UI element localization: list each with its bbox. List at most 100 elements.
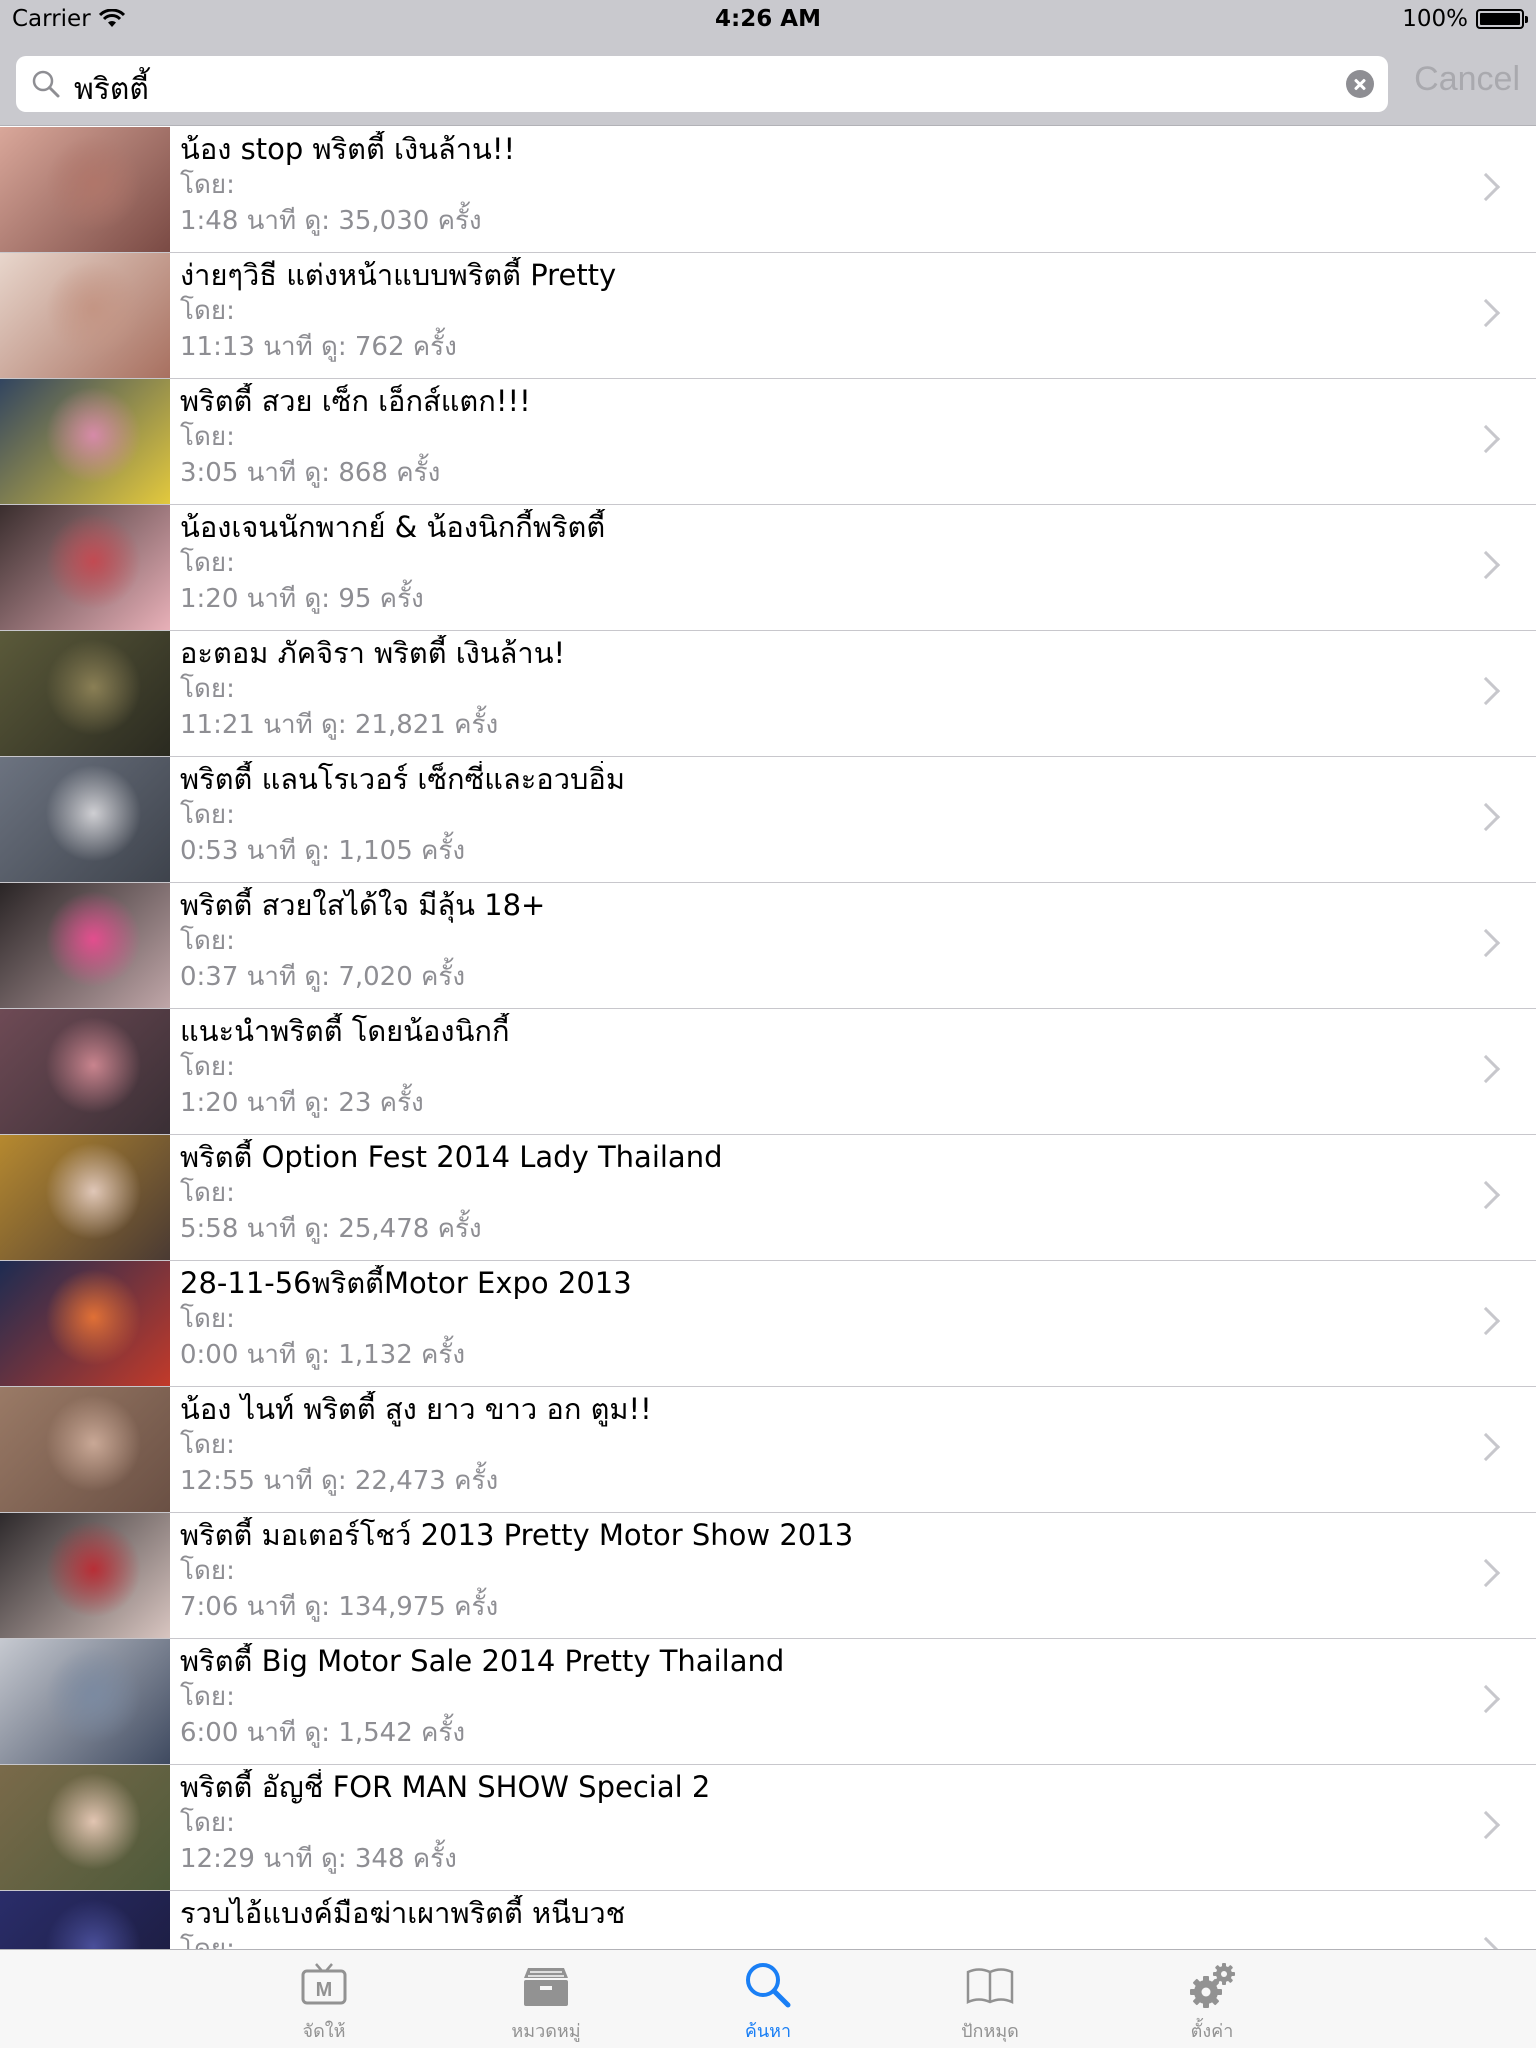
video-title: พริตตี้ สวยใสได้ใจ มีลุ้น 18+ — [180, 888, 546, 922]
video-title: ง่ายๆวิธี แต่งหน้าแบบพริตตี้ Pretty — [180, 258, 617, 292]
result-row[interactable]: ง่ายๆวิธี แต่งหน้าแบบพริตตี้ Pretty โดย: 1… — [0, 253, 1536, 379]
video-author: โดย: — [180, 1304, 235, 1334]
video-thumbnail — [0, 253, 170, 378]
video-title: พริตตี้ Option Fest 2014 Lady Thailand — [180, 1140, 723, 1174]
result-row[interactable]: พริตตี้ Big Motor Sale 2014 Pretty Thail… — [0, 1639, 1536, 1765]
video-author: โดย: — [180, 1808, 235, 1838]
result-text: พริตตี้ สวย เซ็ก เอ็กส์แตก!!! โดย: 3:05 นา… — [180, 383, 1476, 491]
chevron-right-icon — [1471, 424, 1501, 454]
video-title: พริตตี้ สวย เซ็ก เอ็กส์แตก!!! — [180, 384, 531, 418]
chevron-right-icon — [1471, 676, 1501, 706]
result-row[interactable]: พริตตี้ มอเตอร์โชว์ 2013 Pretty Motor Sh… — [0, 1513, 1536, 1639]
tab-label: ค้นหา — [744, 2021, 792, 2042]
result-text: อะตอม ภัคจิรา พริตตี้ เงินล้าน! โดย: 11:21… — [180, 635, 1476, 743]
result-row[interactable]: น้อง ไนท์ พริตตี้ สูง ยาว ขาว อก ตูม!! โด… — [0, 1387, 1536, 1513]
video-title: พริตตี้ อัญชี่ FOR MAN SHOW Special 2 — [180, 1770, 711, 1804]
result-row[interactable]: อะตอม ภัคจิรา พริตตี้ เงินล้าน! โดย: 11:21… — [0, 631, 1536, 757]
result-row[interactable]: พริตตี้ สวย เซ็ก เอ็กส์แตก!!! โดย: 3:05 นา… — [0, 379, 1536, 505]
clear-search-icon[interactable] — [1346, 70, 1374, 98]
video-author: โดย: — [180, 1556, 235, 1586]
result-text: พริตตี้ แลนโรเวอร์ เซ็กซี่และอวบอิ่มโดย:… — [180, 761, 1476, 869]
result-text: พริตตี้ อัญชี่ FOR MAN SHOW Special 2 โดย… — [180, 1769, 1476, 1877]
result-text: น้อง ไนท์ พริตตี้ สูง ยาว ขาว อก ตูม!! โด… — [180, 1391, 1476, 1499]
search-bar: พริตตี้ Cancel — [0, 40, 1536, 126]
tab-label: ตั้งค่า — [1190, 2021, 1234, 2042]
cancel-button[interactable]: Cancel — [1414, 60, 1520, 99]
chevron-right-icon — [1471, 1432, 1501, 1462]
categories-icon — [524, 1968, 568, 2006]
video-title: น้อง ไนท์ พริตตี้ สูง ยาว ขาว อก ตูม!! — [180, 1392, 652, 1426]
video-thumbnail — [0, 379, 170, 504]
result-row[interactable]: แนะนำพริตตี้ โดยน้องนิกกี้ โดย: 1:20 นาที … — [0, 1009, 1536, 1135]
video-thumbnail — [0, 1639, 170, 1764]
video-meta: 11:21 นาที ดู: 21,821 ครั้ง — [180, 710, 499, 740]
video-author: โดย: — [180, 1934, 235, 1949]
status-bar: Carrier 4:26 AM 100% — [0, 0, 1536, 40]
video-meta: 12:29 นาที ดู: 348 ครั้ง — [180, 1844, 457, 1874]
video-meta: 12:55 นาที ดู: 22,473 ครั้ง — [180, 1466, 499, 1496]
video-meta: 6:00 นาที ดู: 1,542 ครั้ง — [180, 1718, 466, 1748]
video-thumbnail — [0, 1513, 170, 1638]
search-query-text[interactable]: พริตตี้ — [74, 66, 149, 113]
result-text: พริตตี้ มอเตอร์โชว์ 2013 Pretty Motor Sh… — [180, 1517, 1476, 1625]
chevron-right-icon — [1471, 1180, 1501, 1210]
result-row[interactable]: พริตตี้ Option Fest 2014 Lady Thailand โด… — [0, 1135, 1536, 1261]
tab-featured[interactable]: M จัดให้ — [213, 1950, 435, 2048]
magnifier-icon — [32, 70, 60, 98]
video-thumbnail — [0, 1009, 170, 1134]
video-meta: 1:20 นาที ดู: 95 ครั้ง — [180, 584, 424, 614]
tab-bookmarks[interactable]: ปักหมุด — [879, 1950, 1101, 2048]
chevron-right-icon — [1471, 802, 1501, 832]
tab-bar: M จัดให้ หมวดหมู่ ค้นหา ปักหมุด ตั้งค่า — [0, 1949, 1536, 2048]
result-row[interactable]: พริตตี้ สวยใสได้ใจ มีลุ้น 18+ โดย: 0:37 นา… — [0, 883, 1536, 1009]
video-thumbnail — [0, 757, 170, 882]
result-row[interactable]: พริตตี้ แลนโรเวอร์ เซ็กซี่และอวบอิ่มโดย:… — [0, 757, 1536, 883]
video-title: น้อง stop พริตตี้ เงินล้าน!! — [180, 132, 516, 166]
chevron-right-icon — [1471, 1936, 1501, 1949]
video-title: อะตอม ภัคจิรา พริตตี้ เงินล้าน! — [180, 636, 566, 670]
settings-icon — [1190, 1963, 1235, 2008]
video-author: โดย: — [180, 548, 235, 578]
video-meta: 7:06 นาที ดู: 134,975 ครั้ง — [180, 1592, 499, 1622]
tab-label: จัดให้ — [302, 2021, 346, 2042]
result-text: น้องเจนนักพากย์ & น้องนิกกี้พริตตี้โดย: 1… — [180, 509, 1476, 617]
video-thumbnail — [0, 883, 170, 1008]
battery-percent: 100% — [1402, 6, 1468, 32]
video-meta: 1:48 นาที ดู: 35,030 ครั้ง — [180, 206, 482, 236]
video-author: โดย: — [180, 296, 235, 326]
result-text: แนะนำพริตตี้ โดยน้องนิกกี้ โดย: 1:20 นาที … — [180, 1013, 1476, 1121]
result-text: พริตตี้ สวยใสได้ใจ มีลุ้น 18+ โดย: 0:37 นา… — [180, 887, 1476, 995]
video-title: น้องเจนนักพากย์ & น้องนิกกี้พริตตี้ — [180, 510, 606, 544]
results-list[interactable]: น้อง stop พริตตี้ เงินล้าน!! โดย: 1:48 นาท… — [0, 127, 1536, 1949]
video-author: โดย: — [180, 170, 235, 200]
result-row[interactable]: รวบไอ้แบงค์มือฆ่าเผาพริตตี้ หนีบวช โดย: — [0, 1891, 1536, 1949]
video-meta: 11:13 นาที ดู: 762 ครั้ง — [180, 332, 457, 362]
video-meta: 1:20 นาที ดู: 23 ครั้ง — [180, 1088, 424, 1118]
video-author: โดย: — [180, 800, 235, 830]
result-text: ง่ายๆวิธี แต่งหน้าแบบพริตตี้ Pretty โดย: 1… — [180, 257, 1476, 365]
video-author: โดย: — [180, 422, 235, 452]
chevron-right-icon — [1471, 298, 1501, 328]
video-author: โดย: — [180, 1052, 235, 1082]
result-text: น้อง stop พริตตี้ เงินล้าน!! โดย: 1:48 นาท… — [180, 131, 1476, 239]
video-meta: 5:58 นาที ดู: 25,478 ครั้ง — [180, 1214, 482, 1244]
chevron-right-icon — [1471, 1054, 1501, 1084]
result-row[interactable]: พริตตี้ อัญชี่ FOR MAN SHOW Special 2 โดย… — [0, 1765, 1536, 1891]
tab-settings[interactable]: ตั้งค่า — [1101, 1950, 1323, 2048]
video-thumbnail — [0, 1765, 170, 1890]
tab-categories[interactable]: หมวดหมู่ — [435, 1950, 657, 2048]
search-input[interactable]: พริตตี้ — [16, 56, 1388, 112]
chevron-right-icon — [1471, 1810, 1501, 1840]
result-text: พริตตี้ Option Fest 2014 Lady Thailand โด… — [180, 1139, 1476, 1247]
battery-indicator: 100% — [1402, 6, 1528, 32]
result-row[interactable]: น้องเจนนักพากย์ & น้องนิกกี้พริตตี้โดย: 1… — [0, 505, 1536, 631]
result-row[interactable]: น้อง stop พริตตี้ เงินล้าน!! โดย: 1:48 นาท… — [0, 127, 1536, 253]
video-author: โดย: — [180, 674, 235, 704]
tab-search[interactable]: ค้นหา — [657, 1950, 879, 2048]
video-thumbnail — [0, 1261, 170, 1386]
video-title: พริตตี้ แลนโรเวอร์ เซ็กซี่และอวบอิ่ม — [180, 762, 625, 796]
chevron-right-icon — [1471, 928, 1501, 958]
video-author: โดย: — [180, 1682, 235, 1712]
result-row[interactable]: 28-11-56พริตตี้Motor Expo 2013 โดย: 0:00 น… — [0, 1261, 1536, 1387]
tv-icon: M — [301, 1963, 347, 2005]
